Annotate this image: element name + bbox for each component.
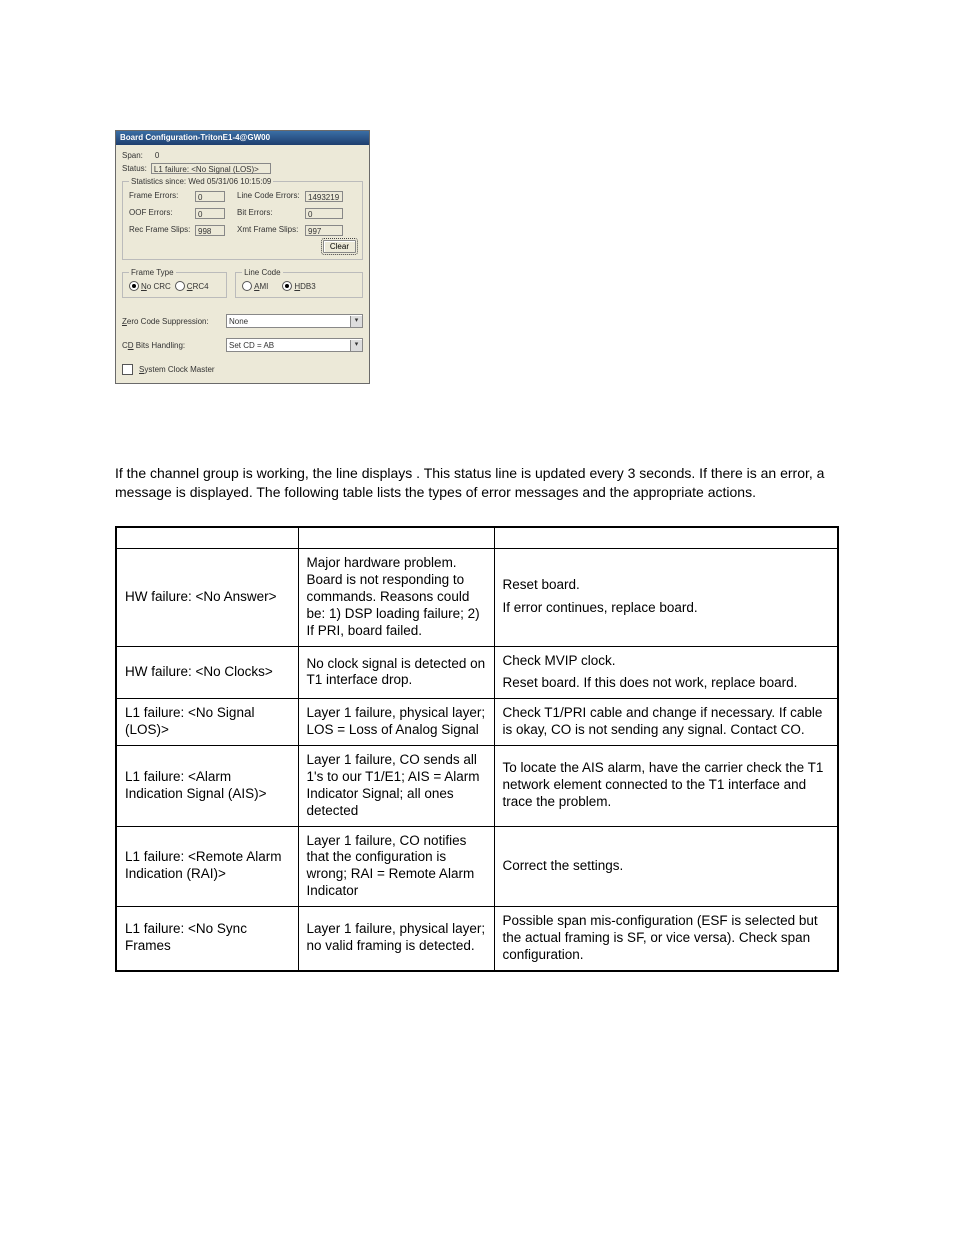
error-description-cell: Layer 1 failure, CO sends all 1's to our… [298, 746, 494, 827]
statistics-legend: Statistics since: Wed 05/31/06 10:15:09 [129, 177, 273, 187]
zero-suppression-value: None [229, 317, 248, 327]
bit-errors-label: Bit Errors: [237, 208, 301, 218]
radio-crc4[interactable]: CRC4 [175, 281, 209, 291]
table-row: L1 failure: <No Sync FramesLayer 1 failu… [116, 907, 838, 971]
chevron-down-icon: ▾ [350, 316, 362, 327]
line-code-errors-value: 1493219 [305, 191, 343, 202]
cd-bits-label: CD Bits Handling: [122, 341, 220, 351]
status-value: L1 failure: <No Signal (LOS)> [151, 163, 271, 174]
system-clock-label: System Clock Master [139, 365, 215, 375]
frame-errors-value: 0 [195, 191, 225, 202]
xmt-slips-value: 997 [305, 225, 343, 236]
error-action-cell: Possible span mis-configuration (ESF is … [494, 907, 838, 971]
error-description-cell: Major hardware problem. Board is not res… [298, 549, 494, 646]
rec-slips-label: Rec Frame Slips: [129, 225, 191, 235]
table-row: HW failure: <No Clocks>No clock signal i… [116, 646, 838, 699]
bit-errors-value: 0 [305, 208, 343, 219]
dialog-titlebar: Board Configuration-TritonE1-4@GW00 [116, 131, 369, 145]
span-value: 0 [155, 151, 159, 161]
radio-ami[interactable]: AMI [242, 281, 268, 291]
error-message-cell: L1 failure: <Alarm Indication Signal (AI… [116, 746, 298, 827]
system-clock-checkbox[interactable] [122, 364, 133, 375]
table-row: L1 failure: <Remote Alarm Indication (RA… [116, 826, 838, 907]
description-paragraph: If the channel group is working, the lin… [115, 464, 839, 502]
error-message-cell: HW failure: <No Clocks> [116, 646, 298, 699]
error-description-cell: Layer 1 failure, CO notifies that the co… [298, 826, 494, 907]
clear-button[interactable]: Clear [323, 240, 356, 253]
line-code-legend: Line Code [242, 268, 282, 278]
cd-bits-value: Set CD = AB [229, 341, 274, 351]
span-label: Span: [122, 151, 143, 161]
error-action-cell: Reset board.If error continues, replace … [494, 549, 838, 646]
radio-icon [175, 281, 185, 291]
error-messages-table: HW failure: <No Answer>Major hardware pr… [115, 526, 839, 972]
error-description-cell: No clock signal is detected on T1 interf… [298, 646, 494, 699]
error-action-cell: Correct the settings. [494, 826, 838, 907]
oof-errors-value: 0 [195, 208, 225, 219]
rec-slips-value: 998 [195, 225, 225, 236]
radio-no-crc[interactable]: No CRC [129, 281, 171, 291]
table-row: L1 failure: <No Signal (LOS)>Layer 1 fai… [116, 699, 838, 746]
status-label: Status: [122, 164, 147, 174]
xmt-slips-label: Xmt Frame Slips: [237, 225, 301, 235]
table-row: L1 failure: <Alarm Indication Signal (AI… [116, 746, 838, 827]
frame-type-fieldset: Frame Type No CRC CRC4 [122, 268, 227, 299]
table-header-row [116, 527, 838, 549]
board-config-dialog: Board Configuration-TritonE1-4@GW00 Span… [115, 130, 370, 384]
zero-suppression-select[interactable]: None ▾ [226, 314, 363, 328]
oof-errors-label: OOF Errors: [129, 208, 191, 218]
error-message-cell: L1 failure: <No Signal (LOS)> [116, 699, 298, 746]
radio-icon [129, 281, 139, 291]
chevron-down-icon: ▾ [350, 340, 362, 351]
error-description-cell: Layer 1 failure, physical layer; no vali… [298, 907, 494, 971]
radio-hdb3[interactable]: HDB3 [282, 281, 315, 291]
error-action-cell: Check T1/PRI cable and change if necessa… [494, 699, 838, 746]
frame-type-legend: Frame Type [129, 268, 176, 278]
error-message-cell: L1 failure: <No Sync Frames [116, 907, 298, 971]
radio-icon [242, 281, 252, 291]
error-message-cell: L1 failure: <Remote Alarm Indication (RA… [116, 826, 298, 907]
frame-errors-label: Frame Errors: [129, 191, 191, 201]
error-action-cell: To locate the AIS alarm, have the carrie… [494, 746, 838, 827]
error-message-cell: HW failure: <No Answer> [116, 549, 298, 646]
error-action-cell: Check MVIP clock.Reset board. If this do… [494, 646, 838, 699]
cd-bits-select[interactable]: Set CD = AB ▾ [226, 338, 363, 352]
statistics-fieldset: Statistics since: Wed 05/31/06 10:15:09 … [122, 177, 363, 260]
error-description-cell: Layer 1 failure, physical layer; LOS = L… [298, 699, 494, 746]
radio-icon [282, 281, 292, 291]
zero-suppression-label: Zero Code Suppression: [122, 317, 220, 327]
line-code-fieldset: Line Code AMI HDB3 [235, 268, 363, 299]
table-row: HW failure: <No Answer>Major hardware pr… [116, 549, 838, 646]
line-code-errors-label: Line Code Errors: [237, 191, 301, 201]
